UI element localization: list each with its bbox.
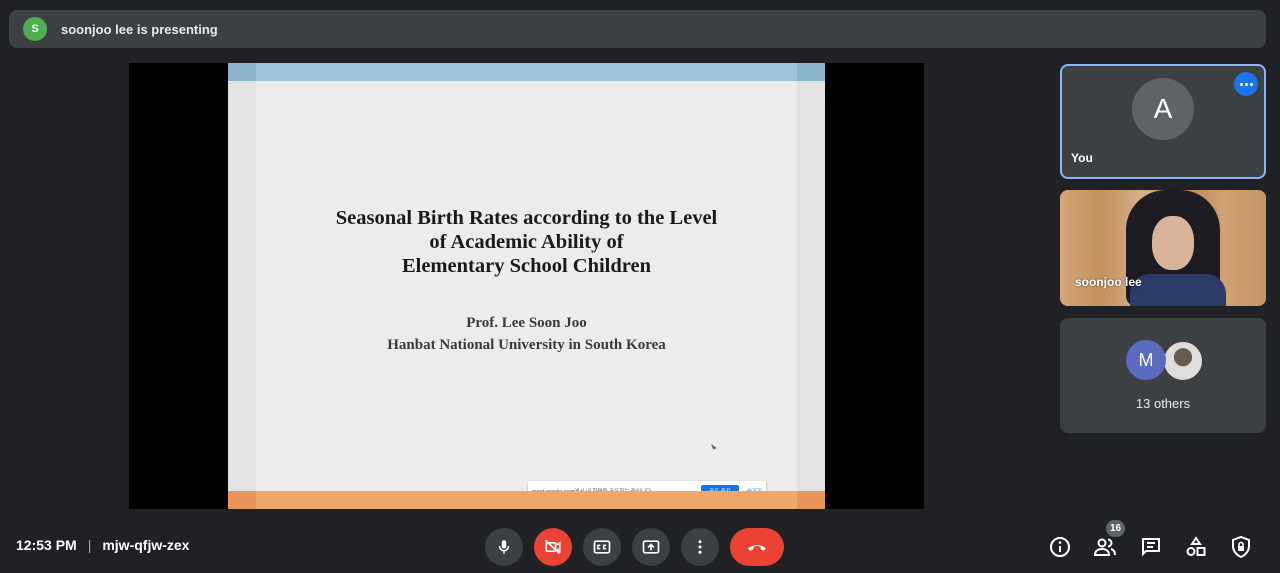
tile-you[interactable]: A You: [1060, 64, 1266, 179]
camera-off-icon: [544, 539, 561, 555]
tile-others[interactable]: M 13 others: [1060, 318, 1266, 433]
slide-title-line-3: Elementary School Children: [401, 255, 652, 277]
info-icon: [1050, 537, 1070, 557]
slide-affiliation: Hanbat National University in South Kore…: [387, 337, 666, 353]
mic-icon: [498, 540, 510, 554]
you-avatar: A: [1132, 78, 1194, 140]
slide-title-line-2: of Academic Ability of: [429, 231, 624, 253]
presenter-avatar: S: [23, 17, 47, 41]
chat-icon: [1142, 538, 1160, 557]
activities-icon: [1186, 536, 1206, 556]
slide-bottom-band: [228, 491, 825, 509]
others-photo-avatar: [1162, 340, 1204, 382]
meeting-separator: |: [87, 537, 92, 553]
slide-title-line-1: Seasonal Birth Rates according to the Le…: [335, 207, 718, 229]
slide-title: Seasonal Birth Rates according to the Le…: [228, 206, 825, 278]
meeting-code[interactable]: mjw-qfjw-zex: [102, 537, 189, 553]
leave-call-button[interactable]: [730, 528, 784, 566]
present-icon: [642, 540, 660, 554]
more-options-button[interactable]: [681, 528, 719, 566]
more-vert-icon: [698, 540, 702, 554]
speaker-face: [1152, 216, 1194, 270]
people-button[interactable]: [1092, 534, 1118, 560]
captions-icon: [593, 540, 611, 554]
others-avatar: M: [1126, 340, 1166, 380]
meeting-time: 12:53 PM: [16, 537, 77, 553]
meeting-details-button[interactable]: [1047, 534, 1073, 560]
presenting-banner: S soonjoo lee is presenting: [9, 10, 1266, 48]
host-controls-button[interactable]: [1228, 534, 1254, 560]
shared-slide: Seasonal Birth Rates according to the Le…: [228, 63, 825, 509]
chat-button[interactable]: [1138, 534, 1164, 560]
people-icon: [1093, 538, 1116, 556]
pointer-cursor-icon: [711, 442, 717, 450]
present-button[interactable]: [632, 528, 670, 566]
speaker-name: soonjoo lee: [1075, 275, 1142, 289]
hang-up-icon: [748, 545, 766, 551]
you-name: You: [1071, 151, 1093, 165]
more-options-icon[interactable]: [1234, 72, 1258, 96]
others-count: 13 others: [1135, 396, 1191, 411]
meeting-info: 12:53 PM | mjw-qfjw-zex: [16, 537, 189, 553]
slide-top-band: [228, 63, 825, 81]
slide-author: Prof. Lee Soon Joo: [466, 315, 587, 331]
host-controls-icon: [1232, 535, 1250, 559]
presenting-text: soonjoo lee is presenting: [61, 21, 218, 37]
camera-button[interactable]: [534, 528, 572, 566]
activities-button[interactable]: [1183, 534, 1209, 560]
presentation-stage[interactable]: Seasonal Birth Rates according to the Le…: [129, 63, 924, 509]
tile-speaker[interactable]: soonjoo lee: [1060, 190, 1266, 306]
captions-button[interactable]: [583, 528, 621, 566]
mic-button[interactable]: [485, 528, 523, 566]
people-count-badge: 16: [1106, 520, 1125, 537]
slide-author-block: Prof. Lee Soon Joo Hanbat National Unive…: [228, 312, 825, 356]
